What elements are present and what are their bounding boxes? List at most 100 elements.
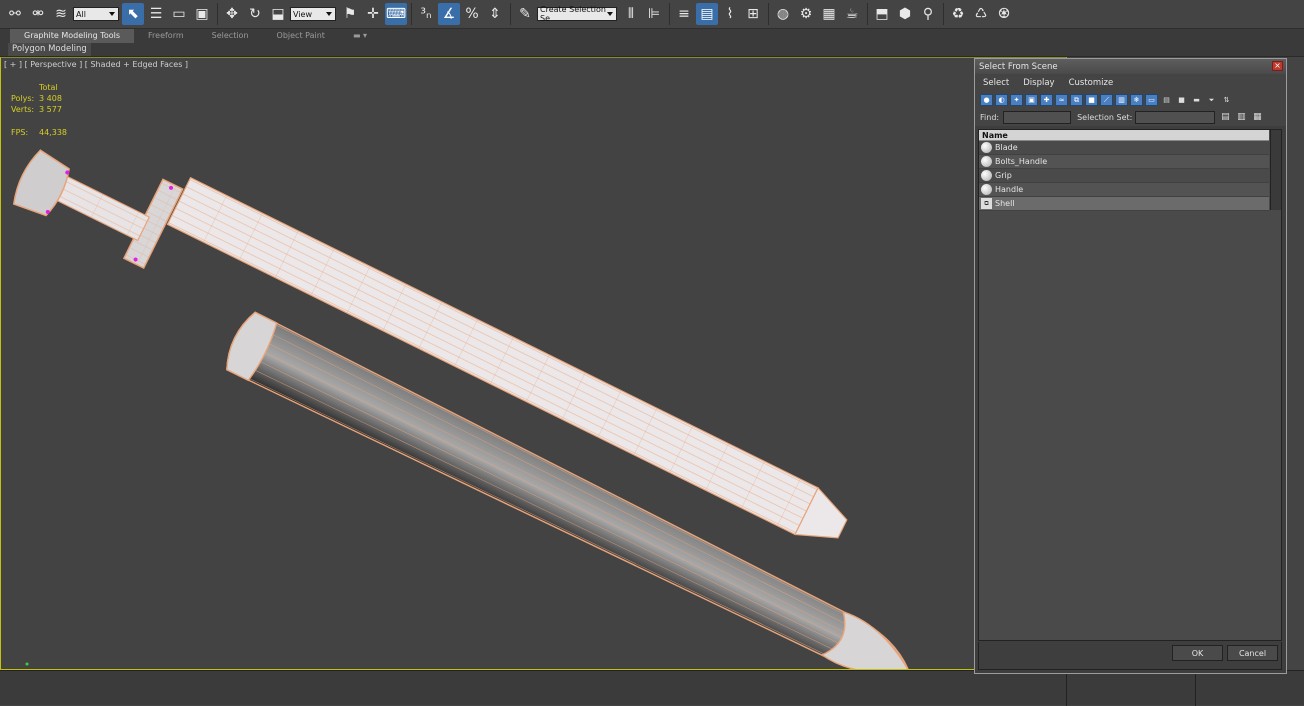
sword-scene: [12, 149, 911, 669]
schematic-view-icon[interactable]: ⊞: [742, 3, 764, 25]
rotate-icon[interactable]: ↻: [244, 3, 266, 25]
ribbon-options-icon[interactable]: ▬ ▾: [339, 29, 381, 43]
teapot-icon[interactable]: ⚲: [917, 3, 939, 25]
list-scrollbar[interactable]: [1270, 130, 1281, 210]
align-icon[interactable]: ⊫: [643, 3, 665, 25]
edit-named-sets-icon[interactable]: ✎: [514, 3, 536, 25]
container-icon[interactable]: ⬒: [871, 3, 893, 25]
select-invert-icon[interactable]: ▬: [1190, 94, 1203, 106]
display-shapes-icon[interactable]: ◐: [995, 94, 1008, 106]
select-all-icon[interactable]: ▤: [1160, 94, 1173, 106]
render-frame-icon[interactable]: ▦: [818, 3, 840, 25]
selection-filter-dropdown[interactable]: All: [73, 7, 119, 21]
curve-editor-icon[interactable]: ⌇: [719, 3, 741, 25]
select-object-icon[interactable]: ⬉: [122, 3, 144, 25]
layer-manager-icon[interactable]: ≡: [673, 3, 695, 25]
display-lights-icon[interactable]: ✦: [1010, 94, 1023, 106]
spinner-snap-icon[interactable]: ⇕: [484, 3, 506, 25]
rig-icon-3[interactable]: ♼: [993, 3, 1015, 25]
menu-display[interactable]: Display: [1023, 78, 1054, 88]
geometry-icon: [981, 170, 992, 181]
close-icon[interactable]: ×: [1272, 61, 1283, 71]
toolbar-separator: [669, 3, 670, 25]
mirror-icon[interactable]: ⫴: [620, 3, 642, 25]
find-row: Find: Selection Set: ▤ ▥ ▦: [975, 108, 1286, 126]
list-item[interactable]: Bolts_Handle: [979, 155, 1269, 169]
perspective-viewport[interactable]: [ + ] [ Perspective ] [ Shaded + Edged F…: [0, 57, 1067, 670]
cancel-button[interactable]: Cancel: [1227, 645, 1278, 661]
display-geometry-icon[interactable]: ●: [980, 94, 993, 106]
rig-icon-1[interactable]: ♻: [947, 3, 969, 25]
rect-selection-icon[interactable]: ▭: [168, 3, 190, 25]
group-icon: ⧉: [981, 198, 992, 209]
render-setup-icon[interactable]: ⚙: [795, 3, 817, 25]
find-input[interactable]: [1003, 110, 1072, 124]
selection-set-remove-icon[interactable]: ▥: [1235, 111, 1247, 123]
keyboard-shortcut-override-icon[interactable]: ⌨: [385, 3, 407, 25]
display-cameras-icon[interactable]: ▣: [1025, 94, 1038, 106]
named-selection-dropdown[interactable]: Create Selection Se: [537, 5, 617, 23]
object-name: Handle: [995, 185, 1024, 194]
graphite-toggle-icon[interactable]: ▤: [696, 3, 718, 25]
display-containers-icon[interactable]: ▥: [1115, 94, 1128, 106]
material-editor-icon[interactable]: ◍: [772, 3, 794, 25]
menu-customize[interactable]: Customize: [1069, 78, 1114, 88]
tab-graphite-modeling-tools[interactable]: Graphite Modeling Tools: [10, 29, 135, 43]
stats-verts-value: 3 577: [39, 105, 62, 114]
polygon-modeling-panel[interactable]: Polygon Modeling: [8, 43, 91, 56]
scale-icon[interactable]: ⬓: [267, 3, 289, 25]
toolbar-separator: [510, 3, 511, 25]
window-crossing-icon[interactable]: ▣: [191, 3, 213, 25]
selection-set-edit-icon[interactable]: ▦: [1251, 111, 1263, 123]
pivot-center-icon[interactable]: ⚑: [339, 3, 361, 25]
stats-polys-value: 3 408: [39, 94, 62, 103]
tab-object-paint[interactable]: Object Paint: [263, 29, 339, 43]
object-name: Bolts_Handle: [995, 157, 1048, 166]
reference-coord-dropdown[interactable]: View: [290, 7, 336, 21]
bind-space-warp-icon[interactable]: ≋: [50, 3, 72, 25]
percent-snap-icon[interactable]: %: [461, 3, 483, 25]
filter-icon[interactable]: ⏷: [1205, 94, 1218, 106]
tab-selection[interactable]: Selection: [198, 29, 263, 43]
viewport-label[interactable]: [ + ] [ Perspective ] [ Shaded + Edged F…: [4, 60, 188, 69]
display-xrefs-icon[interactable]: ■: [1085, 94, 1098, 106]
unlink-icon[interactable]: ⚮: [27, 3, 49, 25]
dialog-menu-bar: Select Display Customize: [975, 74, 1286, 92]
move-icon[interactable]: ✥: [221, 3, 243, 25]
find-label: Find:: [980, 112, 1000, 122]
link-icon[interactable]: ⚯: [4, 3, 26, 25]
display-hidden-icon[interactable]: ▭: [1145, 94, 1158, 106]
object-name: Grip: [995, 171, 1012, 180]
list-item[interactable]: Handle: [979, 183, 1269, 197]
snaps-icon[interactable]: ³ₙ: [415, 3, 437, 25]
display-warps-icon[interactable]: ≈: [1055, 94, 1068, 106]
select-none-icon[interactable]: ■: [1175, 94, 1188, 106]
render-icon[interactable]: ☕: [841, 3, 863, 25]
pommel-mesh: [12, 149, 70, 217]
stats-verts-label: Verts:: [11, 105, 35, 114]
tab-freeform[interactable]: Freeform: [134, 29, 198, 43]
display-frozen-icon[interactable]: ❄: [1130, 94, 1143, 106]
column-header-name[interactable]: Name: [979, 130, 1269, 141]
selection-set-dropdown[interactable]: [1135, 110, 1216, 124]
manipulate-icon[interactable]: ✛: [362, 3, 384, 25]
main-toolbar: ⚯ ⚮ ≋ All ⬉ ☰ ▭ ▣ ✥ ↻ ⬓ View ⚑ ✛ ⌨ ³ₙ ∡ …: [0, 0, 1304, 29]
axis-gizmo: [25, 662, 29, 666]
selection-set-add-icon[interactable]: ▤: [1219, 111, 1231, 123]
object-name: Shell: [995, 199, 1015, 208]
menu-select[interactable]: Select: [983, 78, 1009, 88]
list-item[interactable]: Blade: [979, 141, 1269, 155]
dialog-title-bar[interactable]: Select From Scene ×: [975, 59, 1286, 74]
select-from-scene-dialog: Select From Scene × Select Display Custo…: [974, 58, 1287, 674]
angle-snap-icon[interactable]: ∡: [438, 3, 460, 25]
rig-icon-2[interactable]: ♺: [970, 3, 992, 25]
list-item[interactable]: Grip: [979, 169, 1269, 183]
sort-icon[interactable]: ⇅: [1220, 94, 1233, 106]
list-item-selected[interactable]: ⧉ Shell: [979, 197, 1269, 211]
display-helpers-icon[interactable]: ✚: [1040, 94, 1053, 106]
ok-button[interactable]: OK: [1172, 645, 1223, 661]
display-groups-icon[interactable]: ⧉: [1070, 94, 1083, 106]
select-by-name-icon[interactable]: ☰: [145, 3, 167, 25]
boxes-icon[interactable]: ⬢: [894, 3, 916, 25]
display-bones-icon[interactable]: ⟋: [1100, 94, 1113, 106]
